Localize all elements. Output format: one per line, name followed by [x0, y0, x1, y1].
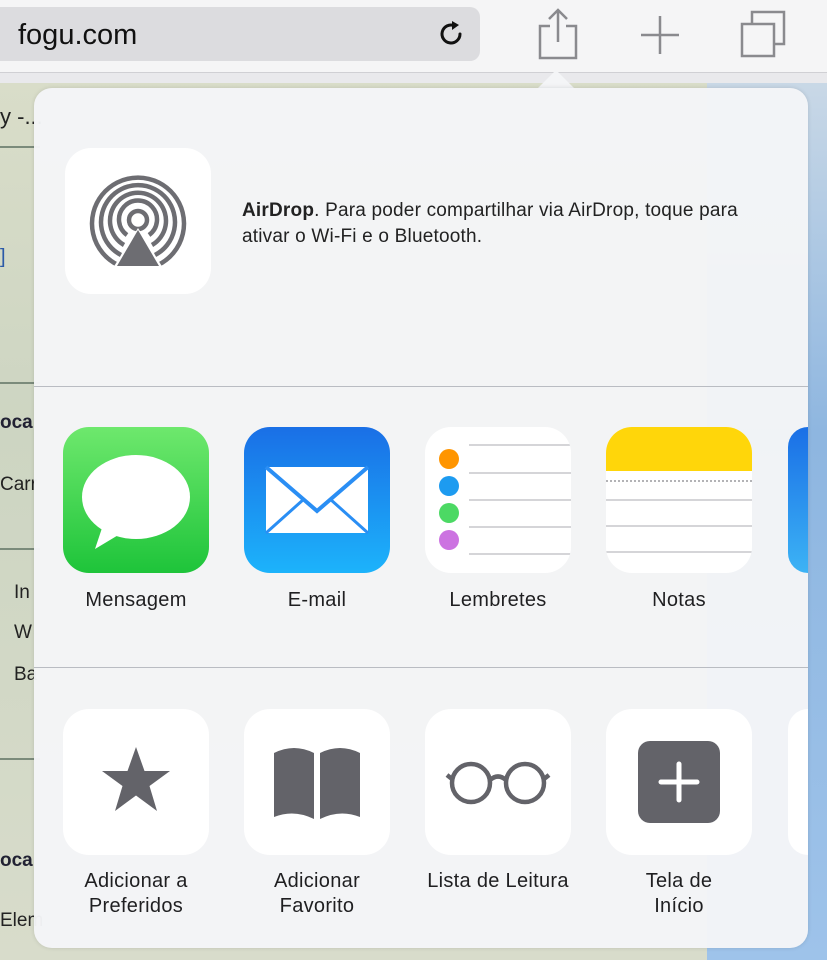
reminders-app-button[interactable] [425, 427, 571, 573]
more-actions-partial[interactable] [788, 709, 808, 855]
star-icon [102, 747, 170, 811]
airdrop-icon [89, 175, 187, 268]
tabs-overview-icon[interactable] [738, 6, 790, 62]
add-bookmark-button[interactable] [244, 709, 390, 855]
bg-fragment: In [14, 582, 30, 603]
app-label-reminders: Lembretes [449, 589, 547, 611]
tab-strip [0, 72, 827, 83]
notes-icon [606, 427, 752, 553]
browser-toolbar: fogu.com [0, 0, 827, 72]
add-to-favorites-button[interactable] [63, 709, 209, 855]
bg-fragment: Carr [0, 474, 37, 495]
section-divider [34, 386, 808, 387]
bg-fragment: oca [0, 412, 33, 433]
bg-fragment: W [14, 622, 32, 643]
app-label-mail: E-mail [287, 589, 347, 611]
airdrop-description: . Para poder compartilhar via AirDrop, t… [242, 200, 738, 247]
new-tab-icon[interactable] [634, 6, 686, 62]
action-label-favorites: Adicionar a Preferidos [46, 869, 226, 919]
messages-app-button[interactable] [63, 427, 209, 573]
bg-fragment: ] [0, 246, 6, 268]
reminders-icon [439, 444, 571, 555]
glasses-icon [445, 761, 551, 805]
notes-app-button[interactable] [606, 427, 752, 573]
messages-icon [82, 455, 190, 549]
plus-square-icon [638, 741, 720, 823]
action-label-line: Favorito [279, 895, 355, 917]
bg-fragment: oca [0, 850, 33, 871]
app-label-notes: Notas [652, 589, 706, 611]
book-icon [274, 748, 360, 819]
url-text: fogu.com [18, 19, 138, 51]
action-label-line: Lista de Leitura [427, 870, 569, 892]
share-icon[interactable] [532, 6, 584, 62]
airdrop-button[interactable] [65, 148, 211, 294]
app-label-messages: Mensagem [85, 589, 187, 611]
action-label-bookmark: Adicionar Favorito [227, 869, 407, 919]
add-to-home-screen-button[interactable] [606, 709, 752, 855]
action-label-line: Preferidos [88, 895, 184, 917]
share-sheet: AirDrop. Para poder compartilhar via Air… [34, 88, 808, 948]
more-apps-partial[interactable] [788, 427, 808, 573]
popover-pointer [536, 70, 576, 90]
airdrop-message: AirDrop. Para poder compartilhar via Air… [242, 198, 790, 250]
address-bar[interactable]: fogu.com [0, 7, 480, 61]
reading-list-button[interactable] [425, 709, 571, 855]
action-label-line: Início [654, 895, 704, 917]
airdrop-title: AirDrop [242, 200, 315, 221]
reload-icon[interactable] [436, 19, 466, 49]
action-label-home-screen: Tela de Início [589, 869, 769, 919]
action-label-line: Tela de [645, 870, 713, 892]
mail-app-button[interactable] [244, 427, 390, 573]
action-label-line: Adicionar a [84, 870, 188, 892]
envelope-icon [264, 465, 370, 535]
action-label-line: Adicionar [273, 870, 361, 892]
action-label-reading-list: Lista de Leitura [408, 869, 588, 894]
section-divider [34, 667, 808, 668]
